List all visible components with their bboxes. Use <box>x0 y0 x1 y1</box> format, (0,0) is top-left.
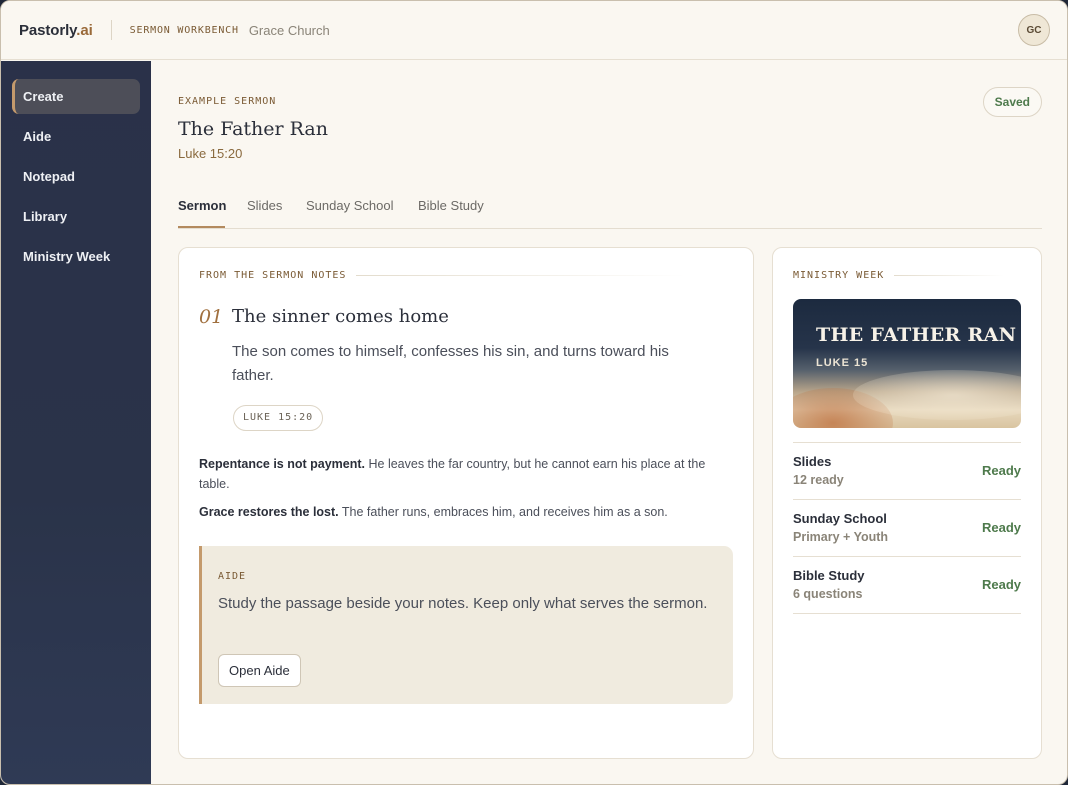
item-name: Bible Study <box>793 568 865 583</box>
tab-bar: Sermon Slides Sunday School Bible Study <box>178 189 1042 229</box>
note-paragraph: Grace restores the lost. The father runs… <box>199 502 729 522</box>
sidebar-item-create[interactable]: Create <box>12 79 140 114</box>
point-title: The sinner comes home <box>232 306 449 327</box>
page-title: The Father Ran <box>178 118 328 140</box>
brand-suffix: .ai <box>76 21 93 39</box>
point-number: 01 <box>199 306 224 328</box>
item-detail: 12 ready <box>793 473 844 487</box>
aide-text: Study the passage beside your notes. Kee… <box>218 595 708 612</box>
top-bar: Pastorly.ai SERMON WORKBENCH Grace Churc… <box>1 1 1067 60</box>
status-badge: Ready <box>981 520 1021 535</box>
scripture-reference: Luke 15:20 <box>178 146 243 161</box>
sidebar-item-aide[interactable]: Aide <box>12 119 140 154</box>
item-detail: 6 questions <box>793 587 863 601</box>
brand-logo[interactable]: Pastorly.ai <box>19 22 93 39</box>
item-detail: Primary + Youth <box>793 530 889 544</box>
status-badge: Ready <box>981 463 1021 478</box>
status-badge: Ready <box>981 577 1021 592</box>
user-avatar[interactable]: GC <box>1018 14 1050 46</box>
sermon-notes-card: FROM THE SERMON NOTES 01 The sinner come… <box>178 247 754 759</box>
app-window: Pastorly.ai SERMON WORKBENCH Grace Churc… <box>0 0 1068 785</box>
notes-kicker: FROM THE SERMON NOTES <box>199 270 347 281</box>
list-item[interactable]: Bible Study 6 questions Ready <box>793 557 1021 614</box>
note-paragraph: Repentance is not payment. He leaves the… <box>199 454 729 494</box>
item-name: Sunday School <box>793 511 887 526</box>
aide-callout: AIDE Study the passage beside your notes… <box>199 546 733 704</box>
tab-sermon[interactable]: Sermon <box>178 198 226 213</box>
saved-status-badge: Saved <box>982 87 1042 117</box>
sidebar-item-library[interactable]: Library <box>12 199 140 234</box>
point-body: The son comes to himself, confesses his … <box>232 343 669 384</box>
ministry-week-card: MINISTRY WEEK THE FATHER RAN LUKE 15 Sli… <box>772 247 1042 759</box>
tab-bible-study[interactable]: Bible Study <box>418 198 484 213</box>
list-item[interactable]: Sunday School Primary + Youth Ready <box>793 500 1021 557</box>
section-header: FROM THE SERMON NOTES <box>199 270 687 281</box>
ministry-status-list: Slides 12 ready Ready Sunday School Prim… <box>793 442 1021 614</box>
section-header: MINISTRY WEEK <box>793 270 1005 281</box>
open-aide-button[interactable]: Open Aide <box>218 654 301 687</box>
active-tab-indicator <box>178 226 225 228</box>
paragraph-text: The father runs, embraces him, and recei… <box>338 505 668 519</box>
divider <box>110 20 112 40</box>
workspace-label: SERMON WORKBENCH <box>129 24 239 36</box>
list-item[interactable]: Slides 12 ready Ready <box>793 443 1021 500</box>
scripture-chip[interactable]: LUKE 15:20 <box>233 405 324 431</box>
sidebar-item-notepad[interactable]: Notepad <box>12 159 140 194</box>
tab-slides[interactable]: Slides <box>247 198 282 213</box>
ministry-week-kicker: MINISTRY WEEK <box>793 270 885 281</box>
brand-name: Pastorly <box>19 21 77 39</box>
hero-title: THE FATHER RAN <box>816 324 1017 346</box>
kicker-rule <box>356 275 687 276</box>
paragraph-lead: Repentance is not payment. <box>199 457 366 471</box>
sidebar: Create Aide Notepad Library Ministry Wee… <box>1 61 151 784</box>
aide-kicker: AIDE <box>218 571 247 582</box>
hero-subtitle: LUKE 15 <box>816 357 869 369</box>
sidebar-item-ministry-week[interactable]: Ministry Week <box>12 239 140 274</box>
kicker-rule <box>894 275 1005 276</box>
paragraph-lead: Grace restores the lost. <box>199 505 339 519</box>
church-name: Grace Church <box>248 22 330 38</box>
item-name: Slides <box>793 454 832 469</box>
sermon-eyebrow: EXAMPLE SERMON <box>178 96 277 107</box>
tab-sunday-school[interactable]: Sunday School <box>306 198 393 213</box>
sermon-hero-image[interactable]: THE FATHER RAN LUKE 15 <box>793 299 1021 428</box>
main-content: EXAMPLE SERMON The Father Ran Luke 15:20… <box>152 61 1067 784</box>
